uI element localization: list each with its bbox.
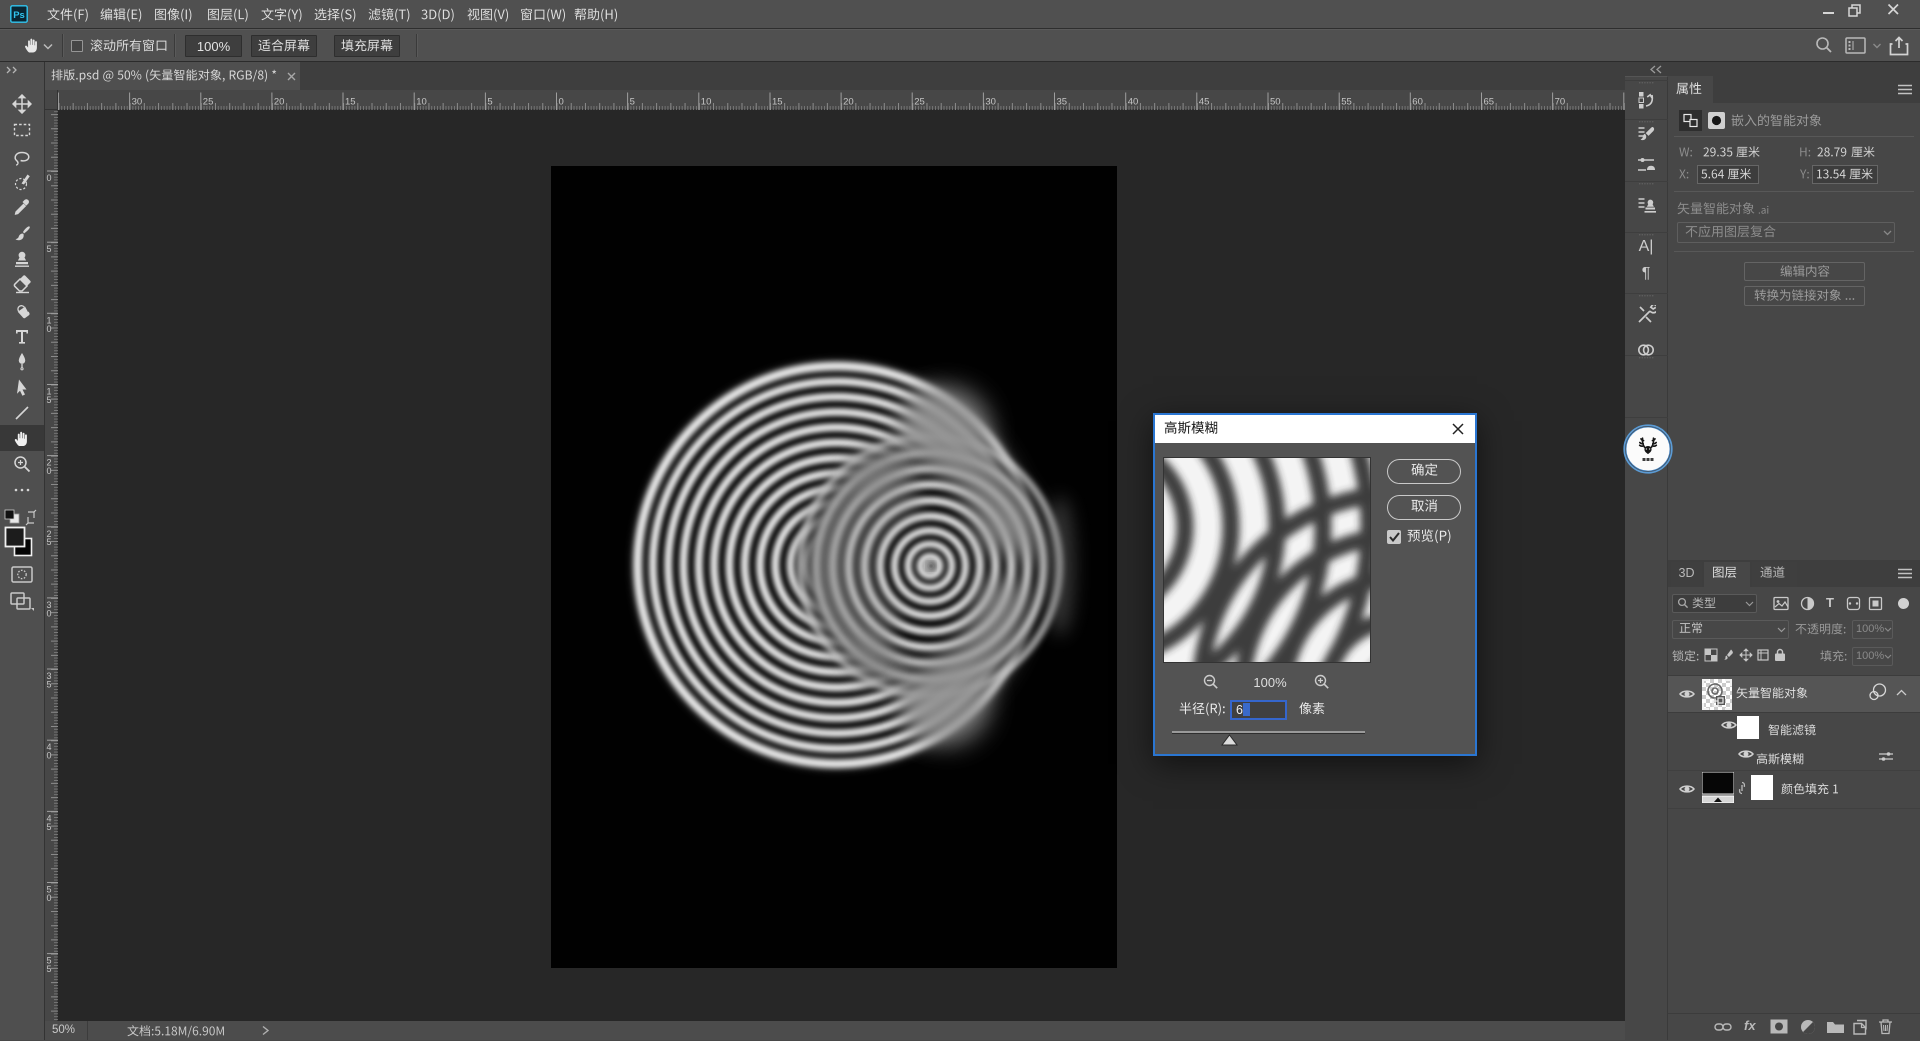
svg-text:0: 0: [47, 893, 52, 903]
svg-text:5: 5: [47, 822, 52, 832]
svg-text:5: 5: [47, 964, 52, 974]
svg-text:30: 30: [132, 97, 143, 108]
svg-text:5: 5: [47, 395, 52, 405]
svg-text:55: 55: [1341, 97, 1352, 108]
svg-text:0: 0: [47, 324, 52, 334]
svg-text:35: 35: [1057, 97, 1068, 108]
svg-text:0: 0: [559, 97, 564, 108]
svg-text:60: 60: [1412, 97, 1423, 108]
svg-text:Ps: Ps: [13, 10, 25, 21]
svg-text:5: 5: [47, 244, 52, 254]
svg-text:30: 30: [985, 97, 996, 108]
svg-text:50: 50: [1270, 97, 1281, 108]
svg-text:5: 5: [630, 97, 635, 108]
svg-text:0: 0: [47, 751, 52, 761]
svg-text:10: 10: [701, 97, 712, 108]
svg-text:15: 15: [772, 97, 783, 108]
svg-text:25: 25: [914, 97, 925, 108]
svg-text:70: 70: [1555, 97, 1566, 108]
svg-text:0: 0: [47, 466, 52, 476]
svg-text:45: 45: [1199, 97, 1210, 108]
svg-text:10: 10: [416, 97, 427, 108]
svg-text:5: 5: [47, 680, 52, 690]
svg-text:25: 25: [203, 97, 214, 108]
svg-text:20: 20: [843, 97, 854, 108]
svg-text:40: 40: [1128, 97, 1139, 108]
svg-text:5: 5: [47, 537, 52, 547]
svg-text:5: 5: [487, 97, 492, 108]
svg-text:65: 65: [1484, 97, 1495, 108]
svg-text:20: 20: [274, 97, 285, 108]
svg-text:0: 0: [47, 608, 52, 618]
svg-text:15: 15: [345, 97, 356, 108]
svg-text:0: 0: [47, 173, 52, 183]
